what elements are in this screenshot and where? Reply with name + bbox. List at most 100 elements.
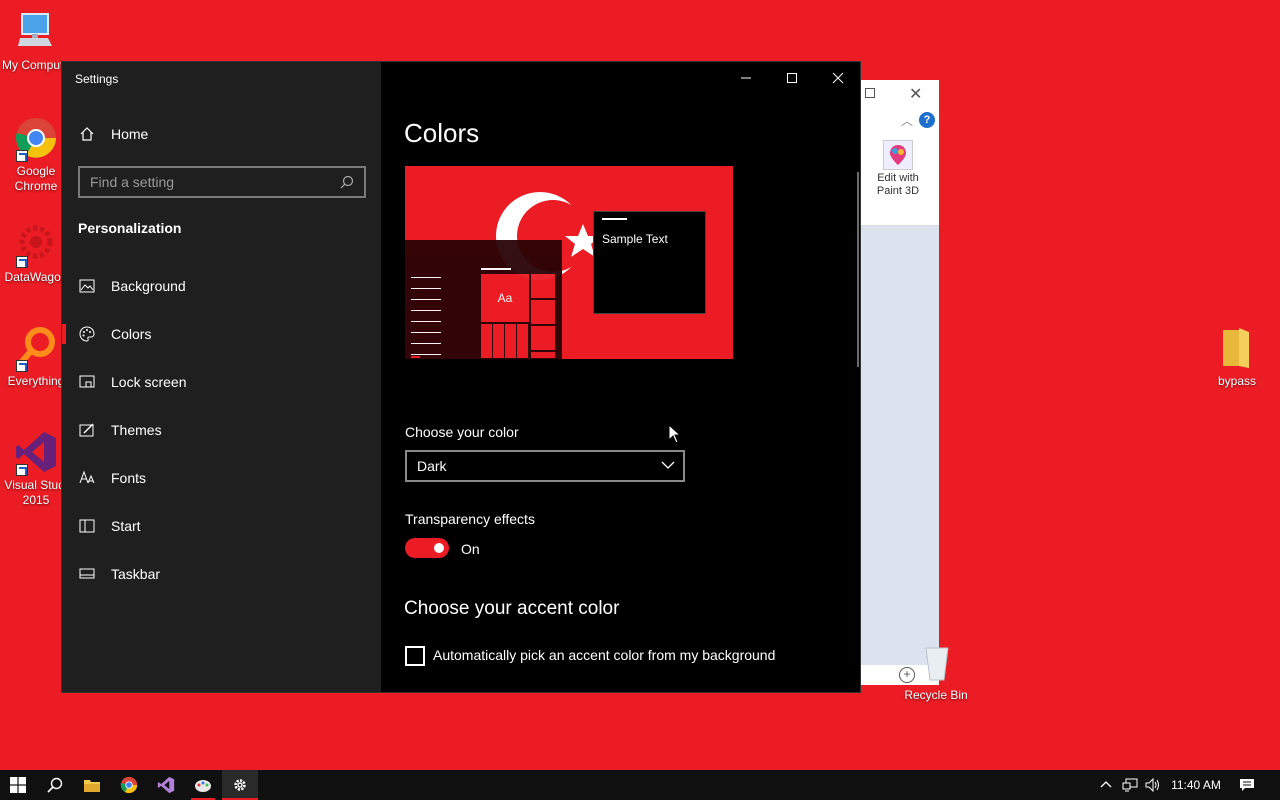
preview-tile-line bbox=[481, 268, 511, 270]
theme-preview: Aa Sample Text bbox=[405, 166, 733, 359]
choose-color-label: Choose your color bbox=[405, 424, 519, 440]
notifications-icon bbox=[1240, 779, 1254, 791]
sidebar-item-label: Lock screen bbox=[111, 374, 187, 390]
taskbar: 11:40 AM bbox=[0, 770, 1280, 800]
folder-icon bbox=[1215, 326, 1259, 370]
transparency-toggle[interactable] bbox=[405, 538, 449, 558]
tray-volume[interactable] bbox=[1143, 770, 1163, 800]
taskbar-settings[interactable] bbox=[222, 770, 258, 800]
lock-screen-icon bbox=[78, 373, 96, 391]
minimize-icon bbox=[741, 77, 751, 79]
transparency-state: On bbox=[461, 541, 480, 557]
chrome-icon bbox=[120, 776, 138, 794]
sidebar-item-lock-screen[interactable]: Lock screen bbox=[62, 362, 381, 402]
section-heading: Personalization bbox=[78, 220, 182, 236]
settings-window[interactable]: Settings Home Find a setting Personaliza… bbox=[61, 61, 861, 693]
background-window-titlebar[interactable]: ✕ bbox=[861, 80, 939, 108]
preview-sample-text: Sample Text bbox=[602, 232, 668, 246]
chevron-down-icon bbox=[661, 458, 675, 475]
tray-show-hidden-icons[interactable] bbox=[1096, 770, 1116, 800]
start-icon bbox=[78, 517, 96, 535]
sidebar-item-colors[interactable]: Colors bbox=[62, 314, 381, 354]
desktop-icon-bypass-folder[interactable]: bypass bbox=[1199, 326, 1275, 389]
choose-color-dropdown[interactable]: Dark bbox=[405, 450, 685, 482]
sidebar-item-fonts[interactable]: Fonts bbox=[62, 458, 381, 498]
edit-with-paint3d-button[interactable]: Edit with Paint 3D bbox=[867, 140, 929, 198]
sidebar-item-taskbar[interactable]: Taskbar bbox=[62, 554, 381, 594]
sidebar-item-home[interactable]: Home bbox=[62, 114, 381, 154]
sidebar-item-start[interactable]: Start bbox=[62, 506, 381, 546]
picture-icon bbox=[78, 277, 96, 295]
close-icon bbox=[832, 72, 844, 84]
desktop-icon-recycle-bin[interactable]: Recycle Bin bbox=[898, 640, 974, 703]
paint3d-icon bbox=[883, 140, 913, 170]
preview-start-lines bbox=[411, 268, 441, 356]
search-icon[interactable] bbox=[340, 175, 364, 189]
shortcut-arrow-icon bbox=[16, 150, 28, 162]
close-icon[interactable]: ✕ bbox=[909, 84, 922, 104]
maximize-button[interactable] bbox=[769, 62, 815, 94]
taskbar-visual-studio[interactable] bbox=[148, 770, 184, 800]
sidebar-item-label: Themes bbox=[111, 422, 162, 438]
sidebar-item-background[interactable]: Background bbox=[62, 266, 381, 306]
mouse-cursor-icon bbox=[668, 424, 682, 444]
taskbar-file-explorer[interactable] bbox=[74, 770, 110, 800]
settings-sidebar: Settings Home Find a setting Personaliza… bbox=[62, 62, 381, 692]
everything-search-icon bbox=[14, 326, 58, 372]
desktop-icon-label: Recycle Bin bbox=[904, 688, 968, 702]
maximize-icon[interactable] bbox=[865, 88, 875, 98]
edit-with-paint3d-label: Edit with Paint 3D bbox=[876, 172, 920, 197]
taskbar-chrome[interactable] bbox=[111, 770, 147, 800]
file-explorer-icon bbox=[84, 780, 100, 792]
paint-icon bbox=[195, 780, 211, 792]
preview-window-line bbox=[602, 218, 627, 220]
visual-studio-icon bbox=[14, 430, 58, 476]
preview-tile-large: Aa bbox=[481, 274, 529, 322]
visual-studio-icon bbox=[157, 776, 175, 794]
search-input[interactable]: Find a setting bbox=[78, 166, 366, 198]
accent-heading: Choose your accent color bbox=[404, 598, 620, 619]
taskbar-paint[interactable] bbox=[185, 770, 221, 800]
search-icon bbox=[47, 777, 63, 793]
tray-action-center[interactable] bbox=[1236, 770, 1258, 800]
auto-accent-label: Automatically pick an accent color from … bbox=[433, 647, 776, 663]
tray-network[interactable] bbox=[1120, 770, 1140, 800]
preview-tile-row bbox=[481, 324, 529, 358]
maximize-icon bbox=[787, 73, 797, 83]
preview-window: Sample Text bbox=[593, 211, 706, 314]
help-icon[interactable]: ? bbox=[919, 112, 935, 128]
settings-gear-icon bbox=[234, 779, 246, 791]
minimize-button[interactable] bbox=[723, 62, 769, 94]
themes-icon bbox=[78, 421, 96, 439]
network-icon bbox=[1122, 778, 1138, 792]
settings-main: Colors Aa Sample Text Choose your color … bbox=[381, 62, 860, 692]
choose-color-value: Dark bbox=[417, 458, 447, 474]
home-icon bbox=[78, 125, 96, 143]
app-title: Settings bbox=[75, 72, 119, 86]
content-pane bbox=[861, 226, 939, 665]
desktop-icon-label: bypass bbox=[1217, 374, 1257, 388]
sidebar-item-label: Taskbar bbox=[111, 566, 161, 582]
sidebar-item-themes[interactable]: Themes bbox=[62, 410, 381, 450]
transparency-label: Transparency effects bbox=[405, 511, 535, 527]
background-explorer-window[interactable]: ✕ ︿ ? Edit with Paint 3D + bbox=[861, 80, 939, 685]
page-title: Colors bbox=[404, 118, 480, 148]
search-placeholder: Find a setting bbox=[90, 174, 175, 190]
ribbon: ︿ ? Edit with Paint 3D bbox=[861, 108, 939, 226]
shortcut-arrow-icon bbox=[16, 360, 28, 372]
palette-icon bbox=[78, 325, 96, 343]
shortcut-arrow-icon bbox=[16, 256, 28, 268]
windows-logo-icon bbox=[10, 777, 26, 793]
sidebar-item-label: Fonts bbox=[111, 470, 147, 486]
recycle-bin-icon bbox=[914, 640, 958, 684]
tray-clock[interactable]: 11:40 AM bbox=[1166, 770, 1226, 800]
preview-start-menu: Aa bbox=[405, 240, 562, 359]
chevron-up-icon[interactable]: ︿ bbox=[901, 112, 913, 129]
scrollbar[interactable] bbox=[857, 172, 859, 367]
taskbar-search-button[interactable] bbox=[37, 770, 73, 800]
start-button[interactable] bbox=[0, 770, 36, 800]
close-button[interactable] bbox=[815, 62, 861, 94]
auto-accent-checkbox[interactable] bbox=[405, 646, 425, 666]
datawagon-icon bbox=[14, 222, 58, 268]
sidebar-item-label: Colors bbox=[111, 326, 152, 342]
